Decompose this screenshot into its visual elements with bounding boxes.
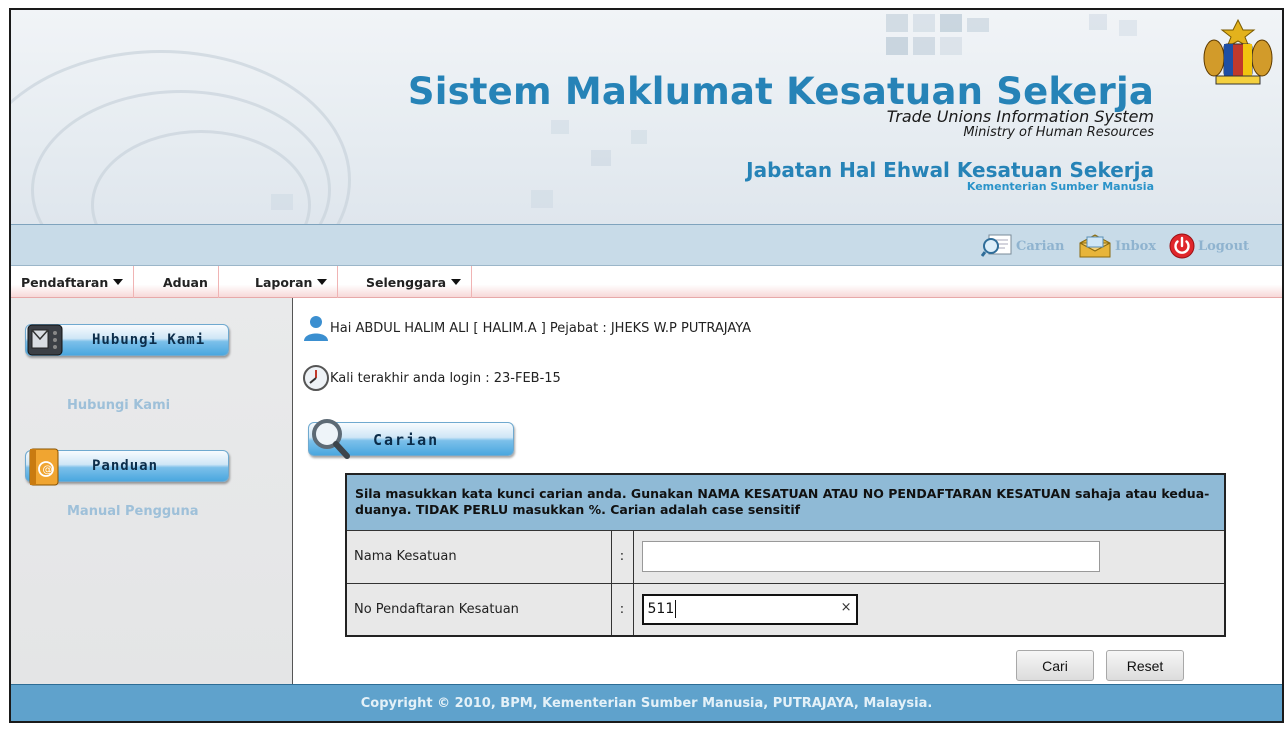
guide-icon: @	[29, 448, 59, 486]
carian-icon	[981, 234, 1012, 257]
greeting-text: Hai ABDUL HALIM ALI [ HALIM.A ] Pejabat …	[330, 320, 752, 336]
last-login: Kali terakhir anda login : 23-FEB-15	[302, 364, 561, 392]
clock-icon	[303, 365, 329, 391]
cari-button[interactable]: Cari	[1016, 650, 1094, 681]
menu-pendaftaran[interactable]: Pendaftaran	[11, 266, 135, 298]
banner-decoration	[591, 150, 611, 166]
no-pendaftaran-input[interactable]: 511	[641, 593, 858, 625]
menu-selenggara[interactable]: Selenggara	[356, 266, 473, 298]
header-banner: Sistem Maklumat Kesatuan Sekerja Trade U…	[11, 10, 1282, 224]
form-row-nama: Nama Kesatuan :	[345, 529, 1226, 584]
main-menu: Pendaftaran Aduan Laporan Selenggara	[11, 266, 1282, 298]
svg-text:@: @	[43, 465, 53, 476]
nama-kesatuan-cell	[632, 529, 1226, 584]
form-row-no: No Pendaftaran Kesatuan : 511 ×	[345, 582, 1226, 637]
menu-laporan[interactable]: Laporan	[245, 266, 339, 298]
panduan-button[interactable]: @ Panduan	[25, 448, 229, 486]
menu-selenggara-label: Selenggara	[366, 274, 447, 290]
footer: Copyright © 2010, BPM, Kementerian Sumbe…	[11, 684, 1282, 721]
banner-decoration	[886, 37, 908, 55]
banner-decoration	[940, 14, 962, 32]
colon-separator: :	[610, 582, 634, 637]
no-pendaftaran-label: No Pendaftaran Kesatuan	[345, 582, 612, 637]
app-subtitle: Trade Unions Information System	[886, 107, 1154, 126]
contact-icon	[27, 324, 63, 356]
colon-separator: :	[610, 529, 634, 584]
search-form: Sila masukkan kata kunci carian anda. Gu…	[345, 473, 1226, 637]
banner-decoration	[1119, 20, 1137, 36]
banner-decoration	[913, 14, 935, 32]
chevron-down-icon	[317, 279, 328, 285]
inbox-icon	[1079, 234, 1111, 258]
greeting: Hai ABDUL HALIM ALI [ HALIM.A ] Pejabat …	[302, 314, 751, 342]
logout-label: Logout	[1198, 238, 1250, 254]
banner-decoration	[967, 18, 989, 32]
app-frame: Sistem Maklumat Kesatuan Sekerja Trade U…	[9, 8, 1284, 723]
search-instructions: Sila masukkan kata kunci carian anda. Gu…	[345, 473, 1226, 531]
user-icon	[304, 316, 328, 341]
banner-decoration	[886, 14, 908, 32]
ministry-ms: Kementerian Sumber Manusia	[966, 180, 1154, 193]
crest-icon	[1203, 18, 1273, 85]
hubungi-kami-link[interactable]: Hubungi Kami	[67, 398, 170, 413]
manual-pengguna-link[interactable]: Manual Pengguna	[67, 504, 198, 519]
main-content: Hai ABDUL HALIM ALI [ HALIM.A ] Pejabat …	[294, 298, 1282, 684]
banner-decoration	[551, 120, 569, 134]
carian-label: Carian	[1016, 238, 1065, 254]
department-name: Jabatan Hal Ehwal Kesatuan Sekerja	[746, 158, 1154, 182]
logout-link[interactable]: Logout	[1169, 233, 1250, 259]
magnifier-icon	[312, 419, 350, 459]
inbox-label: Inbox	[1115, 238, 1157, 254]
reset-button[interactable]: Reset	[1106, 650, 1184, 681]
nama-kesatuan-label: Nama Kesatuan	[345, 529, 612, 584]
panduan-button-label: Panduan	[92, 458, 159, 474]
carian-link[interactable]: Carian	[981, 234, 1064, 258]
no-pendaftaran-cell: 511 ×	[632, 582, 1226, 637]
sidebar: Hubungi Kami Hubungi Kami @ Panduan Manu…	[11, 298, 293, 684]
no-pendaftaran-value: 511	[647, 601, 675, 618]
menu-pendaftaran-label: Pendaftaran	[21, 274, 109, 290]
last-login-text: Kali terakhir anda login : 23-FEB-15	[330, 370, 561, 386]
logout-icon	[1169, 233, 1195, 259]
banner-decoration	[940, 37, 962, 55]
ministry-en: Ministry of Human Resources	[963, 125, 1154, 140]
menu-laporan-label: Laporan	[255, 274, 313, 290]
banner-decoration	[1089, 14, 1107, 30]
banner-decoration	[631, 130, 647, 144]
nama-kesatuan-input[interactable]	[641, 541, 1100, 572]
chevron-down-icon	[113, 279, 124, 285]
clear-icon[interactable]: ×	[841, 600, 852, 615]
hubungi-kami-button[interactable]: Hubungi Kami	[25, 324, 229, 356]
carian-section-button[interactable]: Carian	[308, 419, 514, 459]
chevron-down-icon	[451, 279, 462, 285]
text-cursor	[675, 600, 677, 619]
copyright-text: Copyright © 2010, BPM, Kementerian Sumbe…	[360, 695, 933, 711]
menu-aduan[interactable]: Aduan	[153, 266, 219, 298]
inbox-link[interactable]: Inbox	[1078, 234, 1156, 258]
carian-section-label: Carian	[373, 431, 440, 449]
banner-decoration	[913, 37, 935, 55]
hubungi-kami-button-label: Hubungi Kami	[92, 332, 206, 348]
banner-decoration	[531, 190, 553, 208]
menu-aduan-label: Aduan	[163, 274, 208, 290]
top-toolbar: Carian Inbox Logout	[11, 224, 1282, 266]
no-pendaftaran-field: 511 ×	[641, 593, 858, 625]
